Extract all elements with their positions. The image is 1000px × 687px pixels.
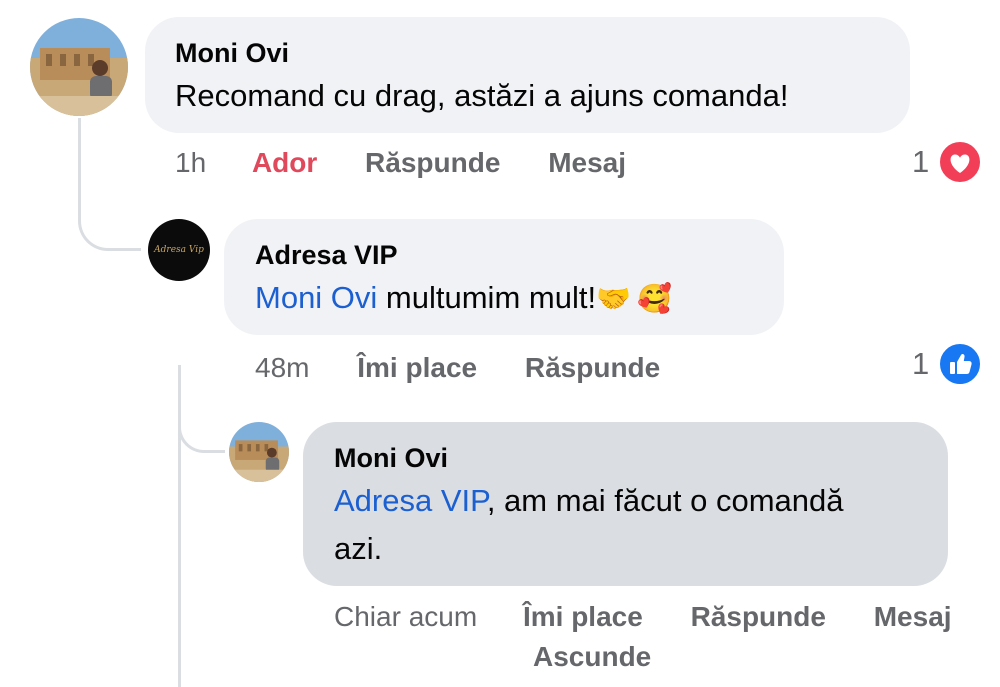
comment-body: , am mai făcut o comandă — [486, 483, 844, 518]
comment-actions: 1h Ador Răspunde Mesaj — [175, 147, 626, 179]
comment-text: Adresa VIP, am mai făcut o comandă — [334, 479, 843, 523]
thread-curve-reply1 — [78, 200, 141, 251]
avatar-logo-text: Adresa Vip — [154, 245, 204, 255]
love-reaction-button[interactable]: Ador — [252, 147, 317, 178]
handshake-emoji: 🤝 — [596, 283, 631, 314]
comment-author[interactable]: Adresa VIP — [255, 240, 398, 271]
mention-link[interactable]: Adresa VIP — [334, 483, 487, 518]
reaction-count[interactable]: 1 — [912, 144, 929, 180]
profile-photo-icon — [229, 422, 289, 482]
comment-text: Recomand cu drag, astăzi a ajuns comanda… — [175, 78, 789, 113]
hide-action: Ascunde — [533, 641, 651, 673]
comment-time[interactable]: 1h — [175, 147, 206, 178]
comment-time[interactable]: Chiar acum — [334, 601, 477, 632]
like-icon[interactable] — [938, 342, 982, 386]
message-button[interactable]: Mesaj — [548, 147, 626, 178]
avatar-moni-ovi[interactable] — [30, 18, 128, 116]
reply-button[interactable]: Răspunde — [365, 147, 500, 178]
heart-icon[interactable] — [938, 140, 982, 184]
reply-button[interactable]: Răspunde — [691, 601, 826, 632]
comment-text: Moni Ovi multumim mult!🤝 🥰 — [255, 276, 672, 321]
like-button[interactable]: Îmi place — [357, 352, 477, 383]
like-button[interactable]: Îmi place — [523, 601, 643, 632]
message-button[interactable]: Mesaj — [874, 601, 952, 632]
comment-body: multumim mult! — [377, 280, 597, 315]
hide-button[interactable]: Ascunde — [533, 641, 651, 672]
comment-time[interactable]: 48m — [255, 352, 309, 383]
reply-button[interactable]: Răspunde — [525, 352, 660, 383]
avatar-adresa-vip[interactable]: Adresa Vip — [148, 219, 210, 281]
comment-author[interactable]: Moni Ovi — [175, 38, 289, 69]
reaction-count[interactable]: 1 — [912, 346, 929, 382]
comment-text-line2: azi. — [334, 531, 383, 566]
smiling-hearts-emoji: 🥰 — [636, 283, 672, 314]
mention-link[interactable]: Moni Ovi — [255, 280, 377, 315]
comment-actions: 48m Îmi place Răspunde — [255, 352, 660, 384]
thread-curve-reply2 — [178, 410, 225, 453]
avatar-moni-ovi[interactable] — [229, 422, 289, 482]
comment-author[interactable]: Moni Ovi — [334, 443, 448, 474]
profile-photo-icon — [30, 18, 128, 116]
comment-actions: Chiar acum Îmi place Răspunde Mesaj — [334, 601, 952, 633]
